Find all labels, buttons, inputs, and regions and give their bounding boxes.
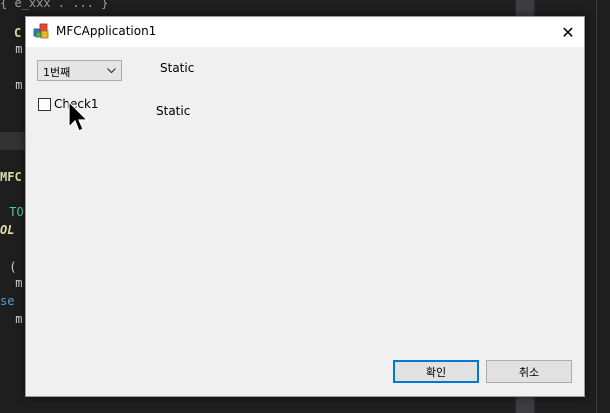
close-icon: ✕ — [561, 22, 575, 42]
editor-line: m — [8, 312, 23, 326]
current-line-highlight — [0, 132, 26, 150]
editor-line: m — [8, 42, 23, 56]
editor-line: MFC — [0, 170, 22, 184]
mouse-pointer-icon — [68, 101, 88, 132]
editor-line: se — [0, 294, 15, 308]
editor-line: m — [8, 276, 23, 290]
static-text-1: Static — [160, 61, 195, 75]
pane-divider — [596, 0, 597, 413]
editor-line: C — [14, 26, 22, 40]
editor-line: { e_xxx . ... } — [0, 0, 109, 10]
editor-line: OL — [0, 223, 15, 237]
combobox-selected-value: 1번째 — [43, 66, 71, 79]
editor-line: m — [8, 78, 23, 92]
checkbox-box[interactable] — [38, 97, 51, 111]
editor-line: TO — [2, 205, 24, 219]
chevron-down-icon — [106, 65, 117, 76]
window-title: MFCApplication1 — [56, 24, 157, 38]
ok-button[interactable]: 확인 — [393, 360, 479, 383]
cancel-button[interactable]: 취소 — [486, 360, 572, 383]
title-bar[interactable]: MFCApplication1 ✕ — [26, 17, 584, 47]
dialog-client-area: 1번째 Static Check1 Static 확인 취소 — [26, 47, 584, 396]
static-text-2: Static — [156, 104, 191, 118]
mfc-dialog-window: MFCApplication1 ✕ 1번째 Static Check1 Stat… — [25, 16, 585, 397]
mfc-app-icon — [33, 23, 50, 40]
close-button[interactable]: ✕ — [552, 17, 584, 47]
editor-line: ( — [2, 260, 17, 274]
order-combobox[interactable]: 1번째 — [37, 60, 122, 81]
